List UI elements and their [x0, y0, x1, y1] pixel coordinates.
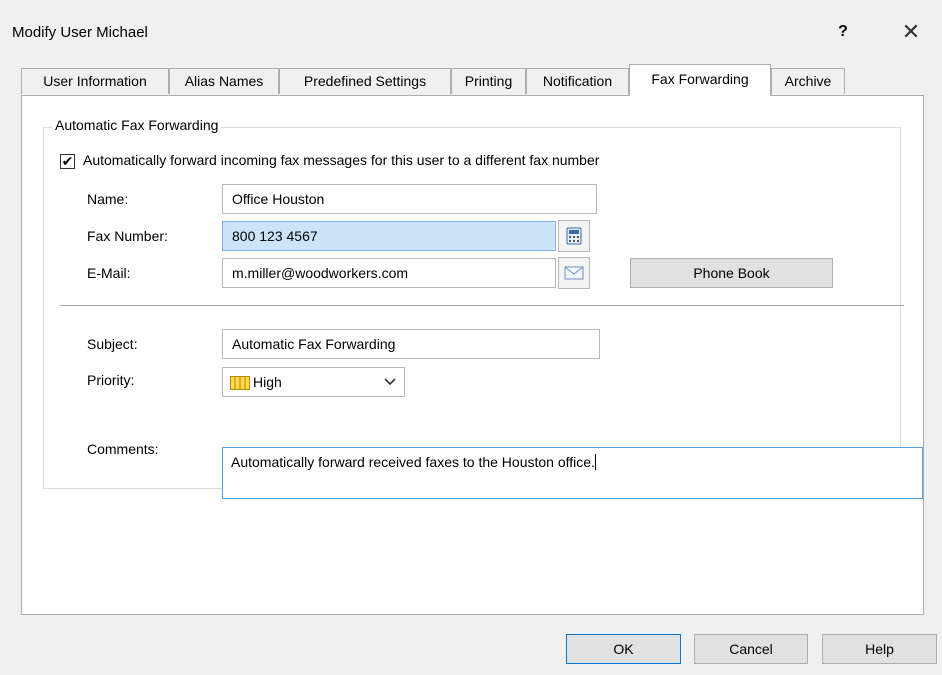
- priority-select[interactable]: High: [222, 367, 405, 397]
- group-title: Automatic Fax Forwarding: [52, 117, 222, 133]
- priority-value: High: [253, 374, 282, 390]
- fax-number-label: Fax Number:: [87, 228, 168, 244]
- tab-printing[interactable]: Printing: [451, 68, 526, 94]
- phone-book-button[interactable]: Phone Book: [630, 258, 833, 288]
- fax-forwarding-group: Automatic Fax Forwarding ✔ Automatically…: [43, 117, 923, 499]
- close-button[interactable]: ✕: [896, 18, 926, 46]
- tab-alias-names[interactable]: Alias Names: [169, 68, 279, 94]
- fax-number-field[interactable]: 800 123 4567: [222, 221, 556, 251]
- subject-field[interactable]: Automatic Fax Forwarding: [222, 329, 600, 359]
- priority-high-icon: [230, 376, 250, 390]
- cancel-button[interactable]: Cancel: [694, 634, 808, 664]
- email-field[interactable]: m.miller@woodworkers.com: [222, 258, 556, 288]
- auto-forward-checkbox[interactable]: ✔: [60, 154, 75, 169]
- tab-fax-forwarding[interactable]: Fax Forwarding: [629, 64, 771, 96]
- envelope-icon: [564, 266, 584, 280]
- tab-archive[interactable]: Archive: [771, 68, 845, 94]
- subject-label: Subject:: [87, 336, 138, 352]
- text-caret: [594, 454, 596, 470]
- email-label: E-Mail:: [87, 265, 131, 281]
- help-title-button[interactable]: ?: [828, 20, 858, 44]
- tab-notification[interactable]: Notification: [526, 68, 629, 94]
- ok-button[interactable]: OK: [566, 634, 681, 664]
- name-field[interactable]: Office Houston: [222, 184, 597, 214]
- comments-label: Comments:: [87, 441, 159, 457]
- help-button[interactable]: Help: [822, 634, 937, 664]
- separator: [60, 305, 904, 306]
- window-title: Modify User Michael: [12, 24, 148, 41]
- tab-user-information[interactable]: User Information: [21, 68, 169, 94]
- chevron-down-icon: [384, 378, 396, 386]
- envelope-button[interactable]: [558, 257, 590, 289]
- title-bar: Modify User Michael ? ✕: [0, 0, 942, 60]
- comments-text: Automatically forward received faxes to …: [231, 454, 595, 470]
- comments-textarea[interactable]: Automatically forward received faxes to …: [222, 447, 923, 499]
- tab-predefined-settings[interactable]: Predefined Settings: [279, 68, 451, 94]
- fax-machine-button[interactable]: [558, 220, 590, 252]
- fax-machine-icon: [566, 227, 582, 245]
- name-label: Name:: [87, 191, 129, 207]
- modify-user-dialog: Modify User Michael ? ✕ User Information…: [0, 0, 942, 675]
- fax-forwarding-panel: Automatic Fax Forwarding ✔ Automatically…: [21, 95, 924, 615]
- auto-forward-label[interactable]: Automatically forward incoming fax messa…: [83, 152, 599, 168]
- priority-label: Priority:: [87, 372, 135, 388]
